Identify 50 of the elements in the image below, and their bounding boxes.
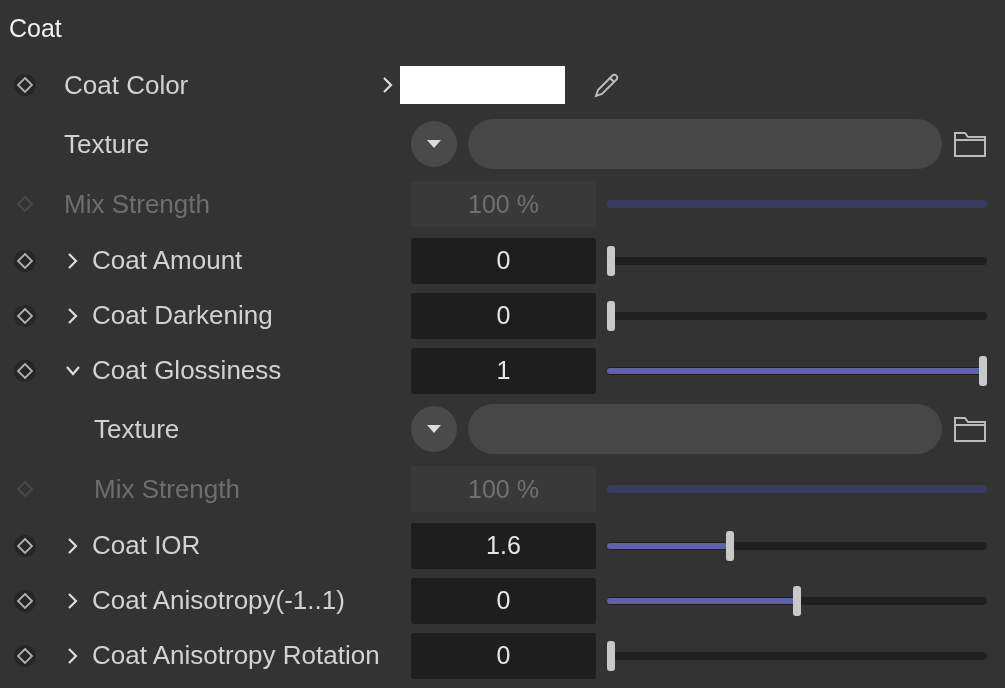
slider-track[interactable]	[607, 585, 987, 616]
property-label: Coat Amount	[92, 245, 243, 276]
value-field[interactable]: 0	[411, 577, 596, 624]
chevron-icon[interactable]	[66, 306, 80, 325]
section-title: Coat	[8, 13, 63, 44]
slider-thumb[interactable]	[607, 300, 615, 331]
keyframe-diamond-icon[interactable]	[14, 304, 36, 327]
keyframe-diamond-icon[interactable]	[14, 534, 36, 557]
property-label: Coat Color	[64, 69, 189, 101]
chevron-icon[interactable]	[66, 251, 80, 270]
expand-chevron-icon[interactable]	[381, 76, 395, 94]
caret-icon	[426, 139, 442, 149]
slider-thumb[interactable]	[793, 585, 801, 616]
slider-thumb[interactable]	[726, 530, 735, 561]
slider-thumb[interactable]	[979, 355, 987, 386]
keyframe-diamond-icon[interactable]	[14, 589, 36, 612]
property-label: Texture	[94, 413, 180, 445]
slider-track[interactable]	[607, 245, 987, 276]
slider-track[interactable]	[607, 640, 987, 671]
caret-icon	[426, 424, 442, 434]
value-field[interactable]: 1	[411, 347, 596, 394]
property-label: Mix Strength	[94, 473, 240, 505]
value-field[interactable]: 0	[411, 237, 596, 284]
property-label: Coat Glossiness	[92, 355, 282, 386]
folder-icon[interactable]	[953, 130, 987, 158]
value-field[interactable]: 0	[411, 292, 596, 339]
color-swatch[interactable]	[400, 66, 565, 104]
property-label: Coat Anisotropy Rotation	[92, 640, 380, 671]
property-label: Coat IOR	[92, 530, 201, 561]
chevron-icon[interactable]	[66, 591, 80, 610]
dropdown-button[interactable]	[411, 121, 457, 167]
slider-thumb[interactable]	[607, 640, 615, 671]
keyframe-diamond-icon[interactable]	[14, 644, 36, 667]
property-label: Mix Strength	[64, 188, 210, 220]
dropdown-button[interactable]	[411, 406, 457, 452]
chevron-icon[interactable]	[66, 536, 80, 555]
value-field[interactable]: 0	[411, 632, 596, 679]
chevron-icon[interactable]	[66, 646, 80, 665]
slider-track[interactable]	[607, 300, 987, 331]
slider-thumb[interactable]	[607, 245, 615, 276]
property-label: Texture	[64, 128, 150, 160]
keyframe-diamond-icon[interactable]	[14, 359, 36, 382]
keyframe-diamond-icon[interactable]	[14, 74, 36, 96]
slider-track[interactable]	[607, 355, 987, 386]
slider-track[interactable]	[607, 530, 987, 561]
keyframe-diamond-icon[interactable]	[14, 249, 36, 272]
value-field[interactable]: 1.6	[411, 522, 596, 569]
property-label: Coat Anisotropy(-1..1)	[92, 585, 345, 616]
folder-icon[interactable]	[953, 415, 987, 443]
property-label: Coat Darkening	[92, 300, 273, 331]
